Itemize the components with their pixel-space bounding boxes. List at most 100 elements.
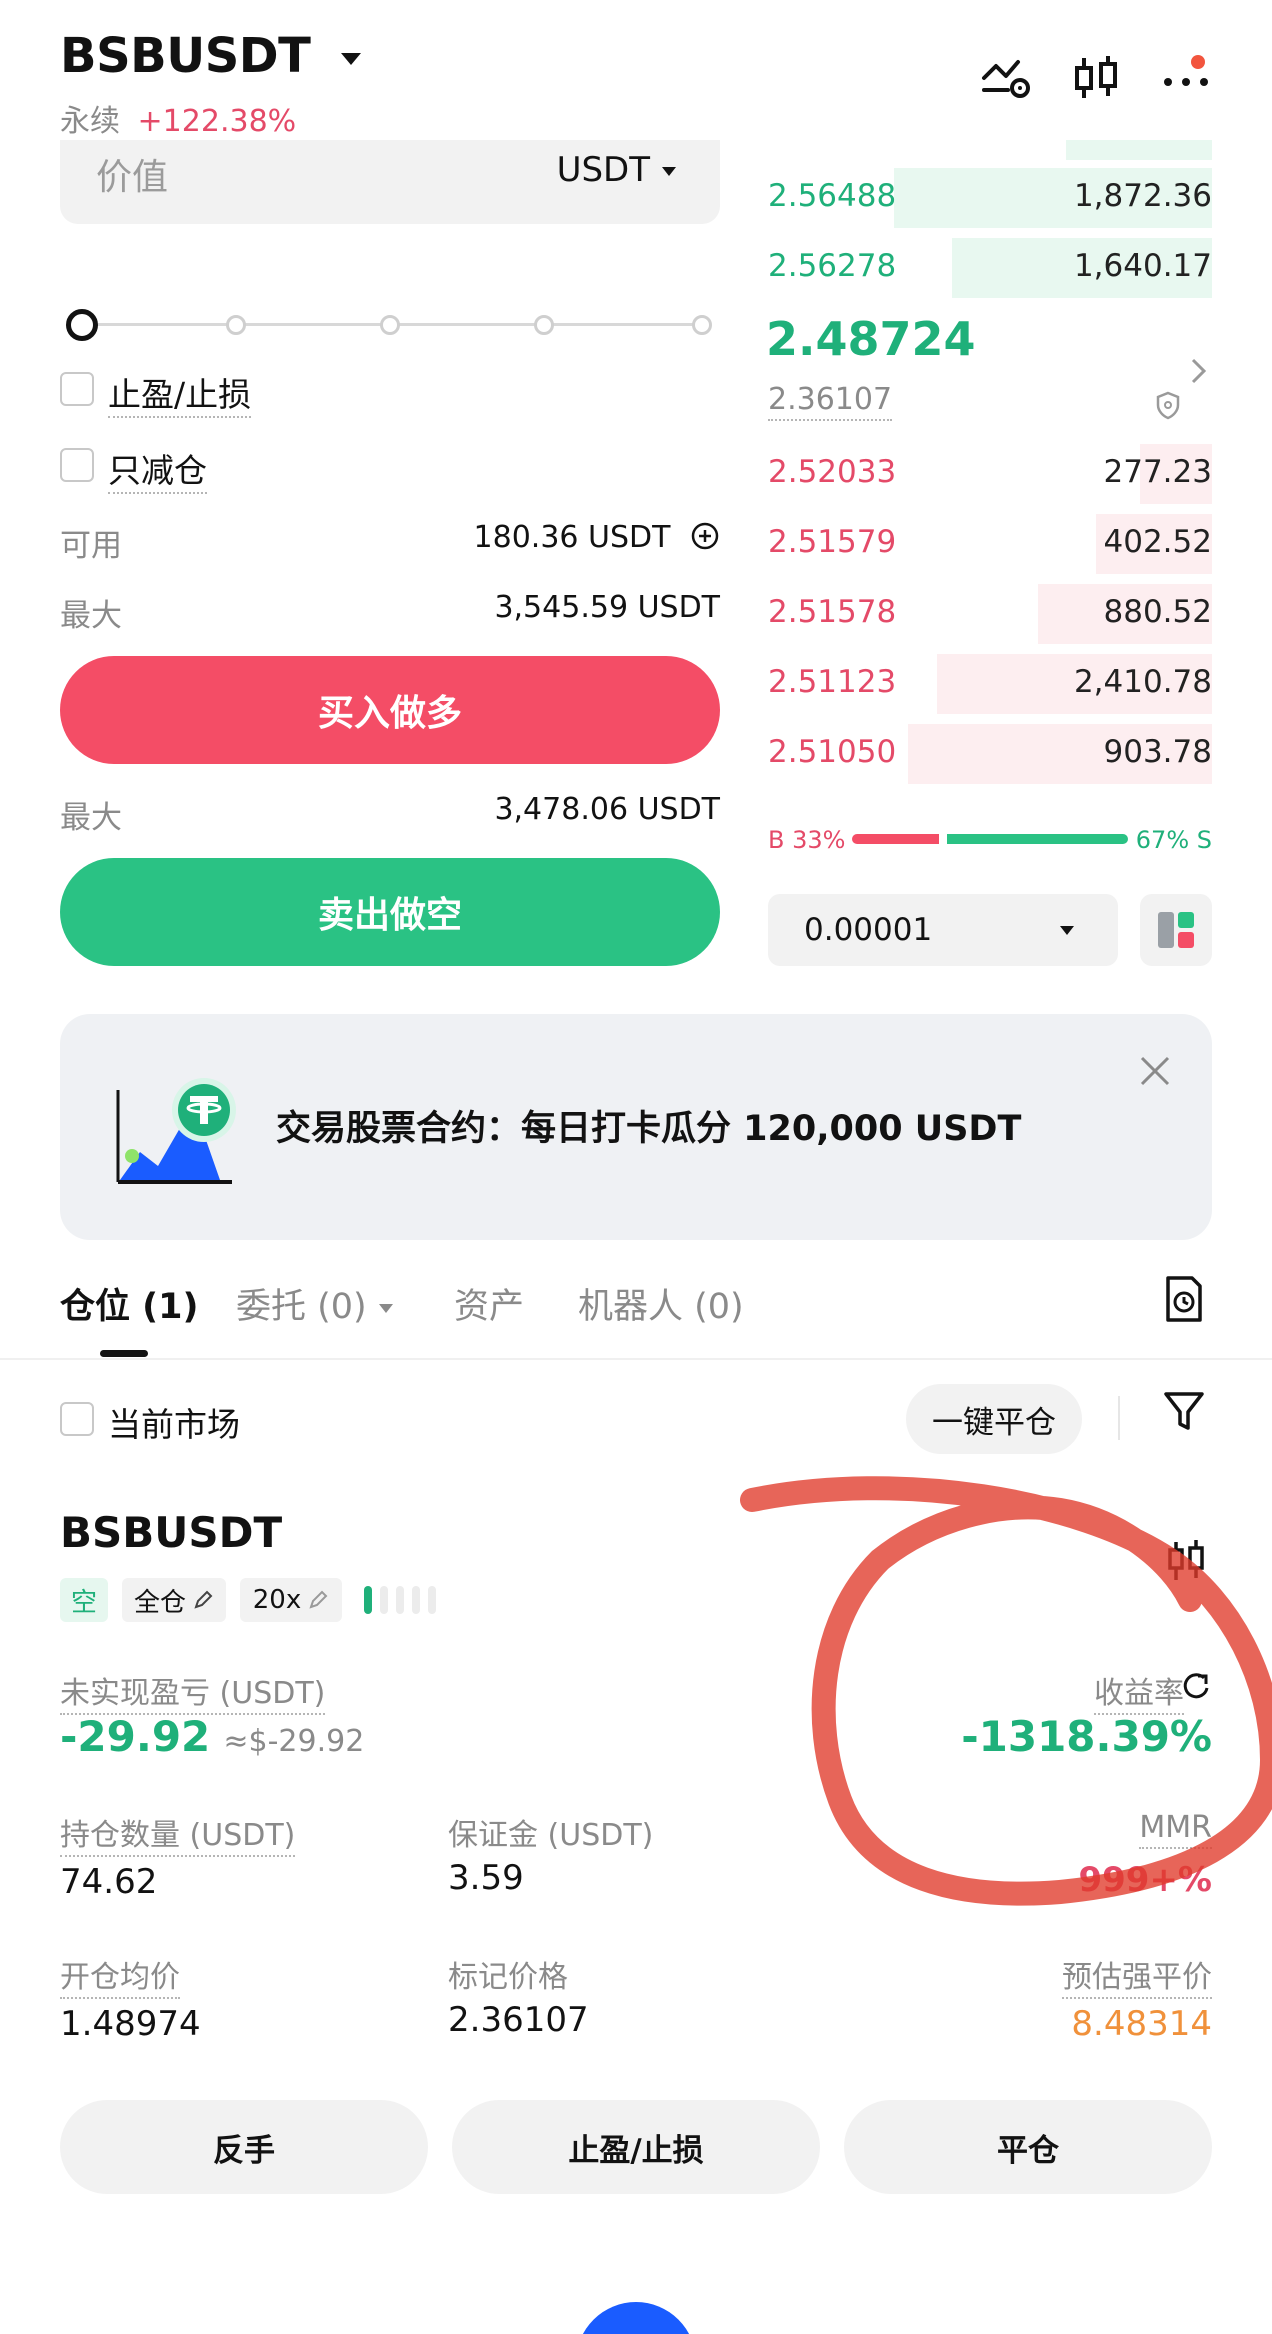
margin-label: 保证金 (USDT) bbox=[448, 1818, 654, 1853]
entry-price-label[interactable]: 开仓均价 bbox=[60, 1960, 180, 1999]
bid-row[interactable]: 2.51050 903.78 bbox=[760, 724, 1212, 784]
max-sell-label: 最大 bbox=[60, 800, 122, 836]
slider-step-25[interactable] bbox=[226, 315, 246, 335]
tabs-divider bbox=[0, 1358, 1272, 1360]
chevron-down-icon bbox=[662, 167, 676, 176]
bid-row[interactable]: 2.51579 402.52 bbox=[760, 514, 1212, 574]
ask-row[interactable]: 2.56488 1,872.36 bbox=[760, 168, 1212, 228]
promo-text[interactable]: 交易股票合约：每日打卡瓜分 120,000 USDT bbox=[276, 1100, 1021, 1151]
ask-price: 2.56488 bbox=[768, 178, 897, 214]
buy-long-button[interactable]: 买入做多 bbox=[60, 656, 720, 764]
mark-price[interactable]: 2.36107 bbox=[768, 382, 893, 421]
reduce-only-label[interactable]: 只减仓 bbox=[108, 451, 207, 494]
sell-ratio-fill bbox=[947, 834, 1128, 844]
ask-qty: 1,640.17 bbox=[1073, 248, 1212, 284]
candlestick-icon[interactable] bbox=[1068, 50, 1124, 106]
available-value: 180.36 USDT bbox=[474, 520, 720, 555]
value-unit-label: USDT bbox=[556, 150, 650, 190]
margin-mode-chip[interactable]: 全仓 bbox=[122, 1578, 226, 1622]
reduce-only-checkbox[interactable] bbox=[60, 448, 94, 482]
roe-value: -1318.39% bbox=[961, 1712, 1212, 1761]
position-symbol[interactable]: BSBUSDT bbox=[60, 1508, 282, 1557]
roe-label[interactable]: 收益率 bbox=[1094, 1676, 1184, 1715]
last-price[interactable]: 2.48724 bbox=[766, 312, 976, 366]
leverage-chip[interactable]: 20x bbox=[240, 1578, 342, 1622]
chevron-down-icon bbox=[1060, 926, 1074, 935]
candlestick-icon[interactable] bbox=[1164, 1536, 1208, 1586]
slider-step-75[interactable] bbox=[534, 315, 554, 335]
share-icon[interactable] bbox=[1180, 1670, 1212, 1702]
bid-price: 2.51050 bbox=[768, 734, 897, 770]
precision-value: 0.00001 bbox=[804, 912, 933, 948]
margin-value: 3.59 bbox=[448, 1858, 524, 1898]
max-buy-value: 3,545.59 USDT bbox=[494, 590, 720, 625]
edit-icon bbox=[194, 1590, 213, 1609]
tether-promo-icon bbox=[116, 1078, 236, 1184]
bid-row[interactable]: 2.51123 2,410.78 bbox=[760, 654, 1212, 714]
bid-price: 2.52033 bbox=[768, 454, 897, 490]
tab-orders-label: 委托 (0) bbox=[236, 1287, 367, 1327]
tab-assets[interactable]: 资产 bbox=[454, 1278, 524, 1329]
slider-thumb[interactable] bbox=[66, 309, 98, 341]
unrealized-pnl-label[interactable]: 未实现盈亏 (USDT) bbox=[60, 1676, 326, 1715]
mmr-value: 999+% bbox=[1078, 1860, 1212, 1900]
available-amount: 180.36 USDT bbox=[473, 520, 671, 555]
close-all-button[interactable]: 一键平仓 bbox=[906, 1384, 1082, 1454]
buy-ratio-label: B 33% bbox=[768, 826, 846, 854]
unrealized-pnl-usd: ≈$-29.92 bbox=[223, 1724, 365, 1759]
floating-action-button[interactable] bbox=[576, 2302, 696, 2334]
close-icon[interactable] bbox=[1138, 1054, 1172, 1088]
bid-qty: 880.52 bbox=[1103, 594, 1212, 630]
margin-mode-label: 全仓 bbox=[133, 1587, 186, 1618]
more-menu-button[interactable] bbox=[1160, 50, 1216, 106]
order-history-icon[interactable] bbox=[1162, 1274, 1206, 1324]
size-label[interactable]: 持仓数量 (USDT) bbox=[60, 1818, 296, 1857]
slider-step-100[interactable] bbox=[692, 315, 712, 335]
bid-price: 2.51579 bbox=[768, 524, 897, 560]
chart-settings-icon[interactable] bbox=[978, 50, 1034, 106]
unrealized-pnl: -29.92 ≈$-29.92 bbox=[60, 1712, 364, 1761]
pair-selector[interactable]: BSBUSDT bbox=[60, 28, 361, 84]
ask-qty: 1,872.36 bbox=[1073, 178, 1212, 214]
chevron-down-icon bbox=[340, 53, 361, 65]
tab-orders[interactable]: 委托 (0) bbox=[236, 1278, 393, 1329]
mmr-label[interactable]: MMR bbox=[1139, 1810, 1212, 1849]
tp-sl-label[interactable]: 止盈/止损 bbox=[108, 375, 252, 418]
bid-row[interactable]: 2.51578 880.52 bbox=[760, 584, 1212, 644]
more-icon bbox=[1164, 55, 1208, 86]
available-label: 可用 bbox=[60, 528, 122, 564]
ask-row[interactable]: 2.56278 1,640.17 bbox=[760, 238, 1212, 298]
contract-type: 永续 bbox=[60, 104, 120, 139]
bid-qty: 2,410.78 bbox=[1073, 664, 1212, 700]
add-funds-icon[interactable] bbox=[690, 521, 720, 551]
leverage-label: 20x bbox=[252, 1585, 302, 1615]
price-change: +122.38% bbox=[137, 104, 297, 139]
unrealized-pnl-value: -29.92 bbox=[60, 1712, 211, 1761]
chevron-right-icon[interactable] bbox=[1188, 356, 1210, 386]
max-sell-value: 3,478.06 USDT bbox=[494, 792, 720, 827]
bid-row[interactable]: 2.52033 277.23 bbox=[760, 444, 1212, 504]
tab-bots[interactable]: 机器人 (0) bbox=[578, 1278, 744, 1329]
bid-qty: 277.23 bbox=[1103, 454, 1212, 490]
book-layout-button[interactable] bbox=[1140, 894, 1212, 966]
ask-depth-bar-partial bbox=[1066, 140, 1212, 160]
tab-positions[interactable]: 仓位 (1) bbox=[60, 1278, 199, 1329]
close-position-button[interactable]: 平仓 bbox=[844, 2100, 1212, 2194]
precision-dropdown[interactable]: 0.00001 bbox=[768, 894, 1118, 966]
current-market-checkbox[interactable] bbox=[60, 1402, 94, 1436]
slider-step-50[interactable] bbox=[380, 315, 400, 335]
active-tab-indicator bbox=[100, 1350, 148, 1357]
pair-name: BSBUSDT bbox=[60, 28, 311, 84]
value-input[interactable]: 价值 USDT bbox=[60, 140, 720, 224]
liq-price-label[interactable]: 预估强平价 bbox=[1062, 1960, 1212, 1999]
layout-icon bbox=[1158, 912, 1194, 948]
filter-icon[interactable] bbox=[1162, 1388, 1206, 1434]
current-market-label[interactable]: 当前市场 bbox=[108, 1398, 240, 1446]
sell-short-button[interactable]: 卖出做空 bbox=[60, 858, 720, 966]
bid-price: 2.51123 bbox=[768, 664, 897, 700]
reverse-button[interactable]: 反手 bbox=[60, 2100, 428, 2194]
value-unit-selector[interactable]: USDT bbox=[557, 150, 676, 190]
tp-sl-checkbox[interactable] bbox=[60, 372, 94, 406]
tp-sl-button[interactable]: 止盈/止损 bbox=[452, 2100, 820, 2194]
mark-price-label: 标记价格 bbox=[448, 1960, 568, 1995]
